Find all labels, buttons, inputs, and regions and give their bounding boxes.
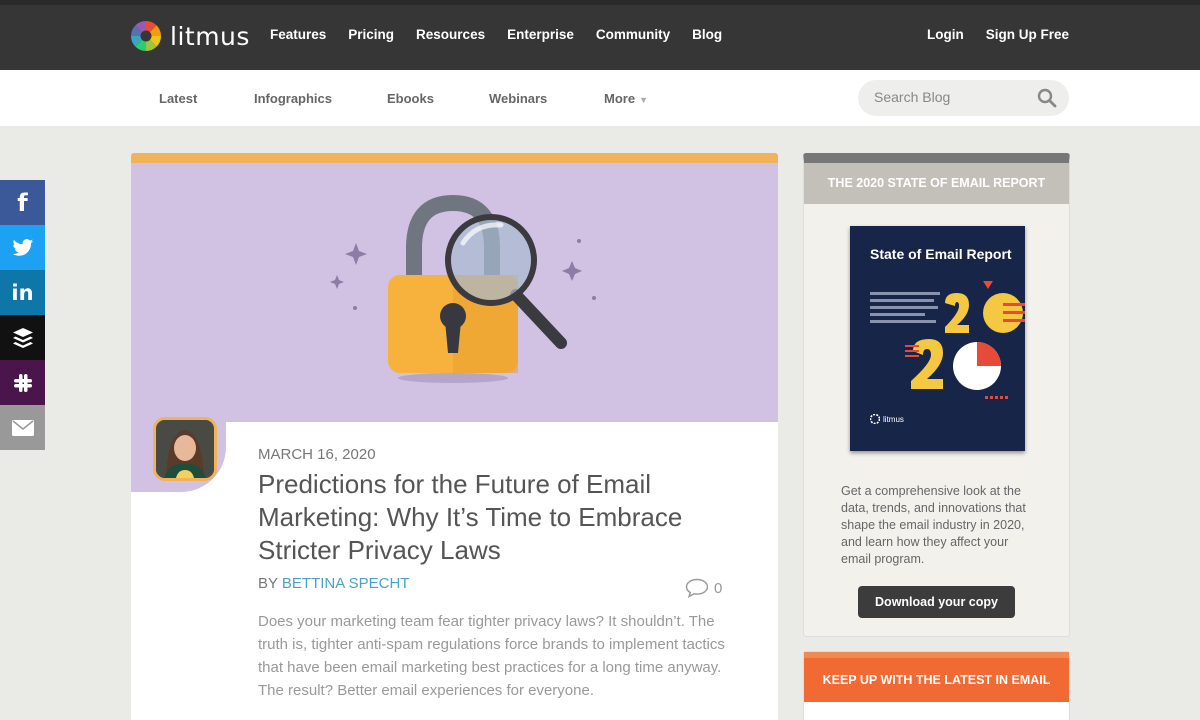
lock-magnifier-illustration	[330, 194, 596, 383]
article-card: MARCH 16, 2020 Predictions for the Futur…	[131, 153, 778, 720]
nav-pricing[interactable]: Pricing	[348, 27, 394, 42]
author-photo	[156, 420, 214, 478]
litmus-small-icon	[870, 414, 880, 424]
top-navbar: litmus Features Pricing Resources Enterp…	[0, 0, 1200, 70]
twitter-icon	[12, 238, 33, 256]
article-hero-image[interactable]	[131, 163, 778, 422]
search-box	[858, 80, 1069, 116]
logo-text: litmus	[170, 21, 250, 51]
report-cover-title: State of Email Report	[870, 246, 1012, 262]
report-cover-logo-text: litmus	[883, 414, 904, 424]
login-link[interactable]: Login	[927, 27, 964, 42]
buffer-share-button[interactable]	[0, 315, 45, 360]
article-excerpt: Does your marketing team fear tighter pr…	[258, 613, 725, 699]
subnav-more[interactable]: More ▼	[604, 91, 648, 106]
newsletter-widget: KEEP UP WITH THE LATEST IN EMAIL	[803, 651, 1070, 720]
nav-community[interactable]: Community	[596, 27, 670, 42]
chevron-down-icon: ▼	[639, 95, 648, 105]
blog-subnav: Latest Infographics Ebooks Webinars More…	[0, 70, 1200, 126]
report-heading: THE 2020 STATE OF EMAIL REPORT	[804, 163, 1069, 204]
slack-share-button[interactable]	[0, 360, 45, 405]
byline-prefix: BY	[258, 575, 278, 592]
report-cover-logo: litmus	[870, 414, 904, 424]
twitter-share-button[interactable]	[0, 225, 45, 270]
nav-features[interactable]: Features	[270, 27, 326, 42]
comment-count-value: 0	[714, 579, 723, 597]
subnav-infographics[interactable]: Infographics	[254, 91, 332, 106]
nav-blog[interactable]: Blog	[692, 27, 722, 42]
article-byline: BY BETTINA SPECHT	[258, 575, 409, 592]
facebook-icon: f	[17, 188, 28, 217]
comment-icon	[685, 578, 709, 598]
facebook-share-button[interactable]: f	[0, 180, 45, 225]
download-report-button[interactable]: Download your copy	[858, 586, 1015, 618]
subnav-ebooks[interactable]: Ebooks	[387, 91, 434, 106]
social-share-bar: f in	[0, 180, 45, 450]
article-date: MARCH 16, 2020	[258, 446, 376, 463]
report-2020-graphic	[905, 281, 1025, 399]
newsletter-heading: KEEP UP WITH THE LATEST IN EMAIL	[804, 652, 1069, 702]
subnav-more-label: More	[604, 91, 636, 106]
search-input[interactable]	[874, 89, 1034, 105]
subnav-webinars[interactable]: Webinars	[489, 91, 547, 106]
nav-enterprise[interactable]: Enterprise	[507, 27, 574, 42]
signup-link[interactable]: Sign Up Free	[986, 27, 1069, 42]
report-cover[interactable]: State of Email Report litmus	[850, 226, 1025, 451]
slack-icon	[13, 373, 32, 392]
comment-count[interactable]: 0	[685, 578, 722, 598]
author-link[interactable]: BETTINA SPECHT	[282, 575, 410, 592]
subnav-latest[interactable]: Latest	[159, 91, 197, 106]
linkedin-icon: in	[11, 280, 34, 305]
linkedin-share-button[interactable]: in	[0, 270, 45, 315]
litmus-logo-icon	[131, 21, 161, 51]
buffer-icon	[12, 327, 33, 348]
article-title[interactable]: Predictions for the Future of Email Mark…	[258, 468, 728, 567]
main-nav: Features Pricing Resources Enterprise Co…	[270, 27, 744, 42]
nav-resources[interactable]: Resources	[416, 27, 485, 42]
report-description: Get a comprehensive look at the data, tr…	[841, 484, 1026, 566]
search-icon[interactable]	[1037, 88, 1057, 108]
account-nav: Login Sign Up Free	[905, 27, 1069, 42]
litmus-logo[interactable]: litmus	[130, 20, 250, 52]
email-share-button[interactable]	[0, 405, 45, 450]
report-widget: THE 2020 STATE OF EMAIL REPORT State of …	[803, 153, 1070, 637]
author-avatar[interactable]	[153, 417, 217, 481]
email-icon	[11, 419, 34, 436]
